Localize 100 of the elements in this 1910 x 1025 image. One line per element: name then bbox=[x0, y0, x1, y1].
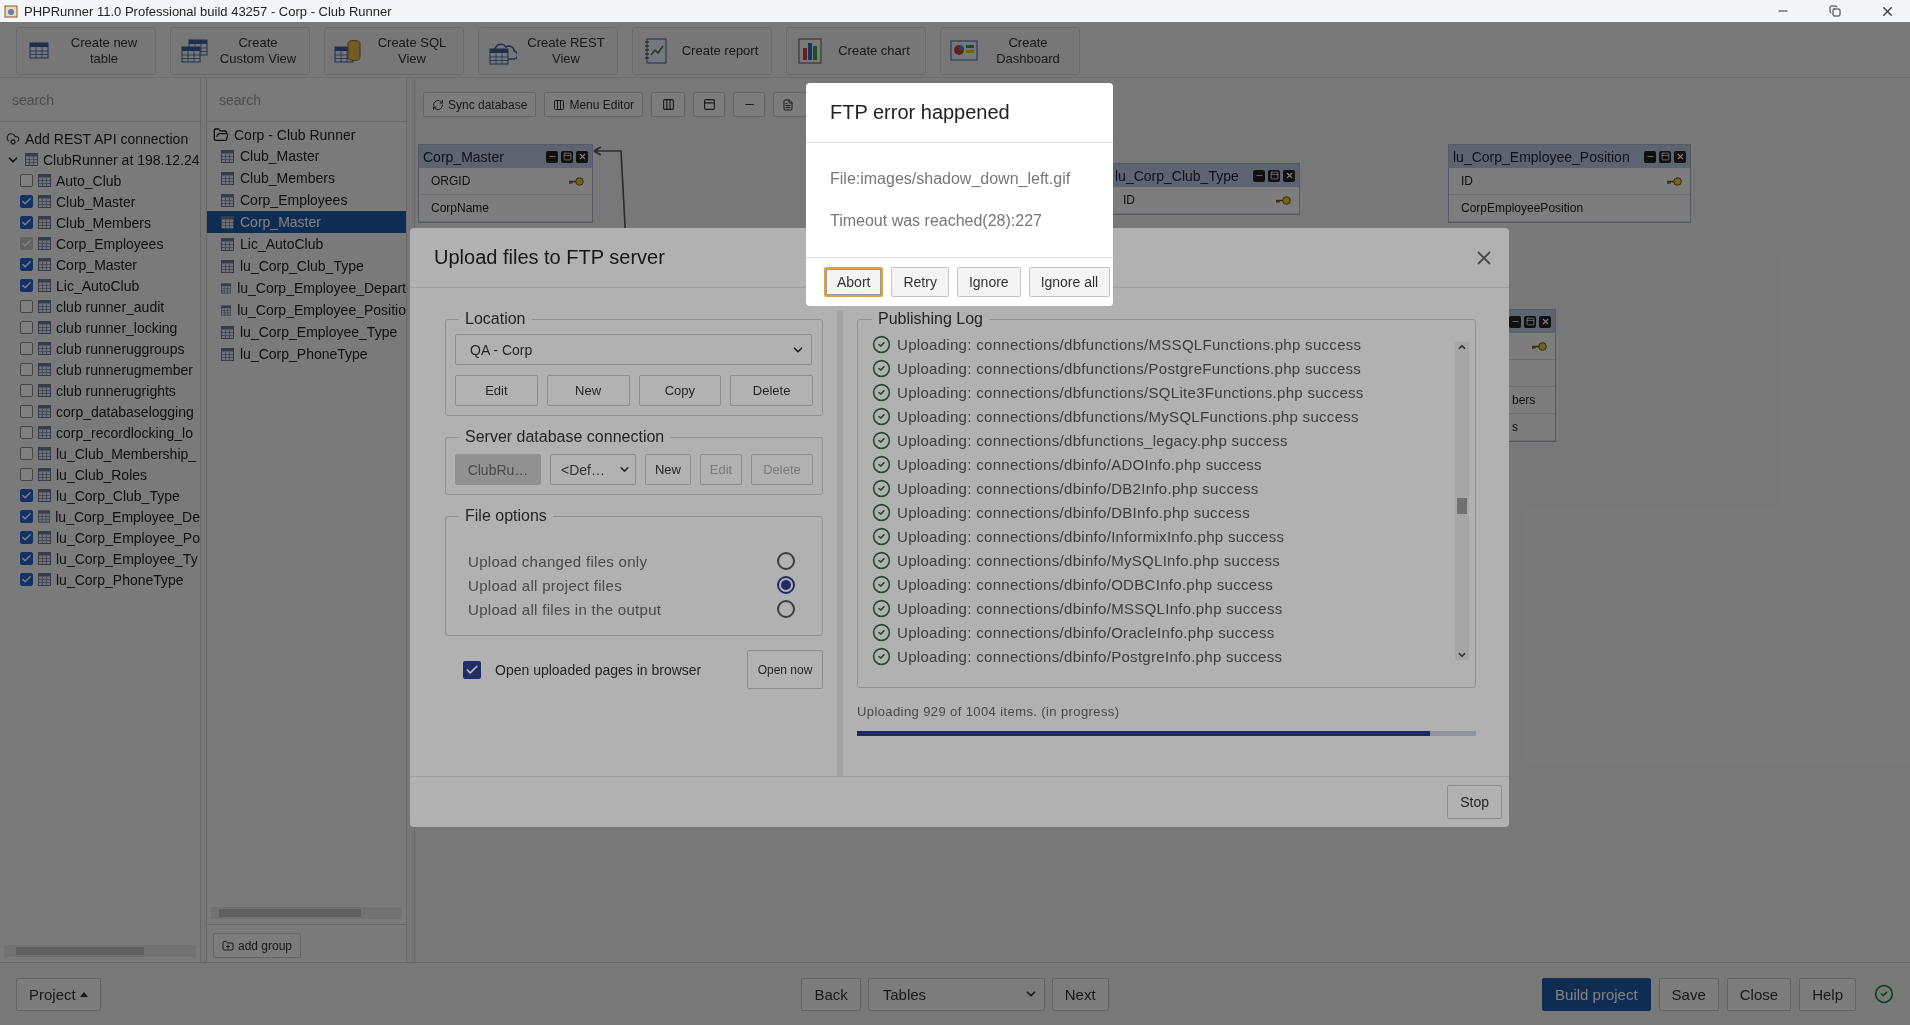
table-name[interactable]: corp_databaselogging bbox=[56, 403, 194, 420]
dialog-button[interactable]: Ignore bbox=[956, 267, 1021, 297]
action-button[interactable]: Save bbox=[1658, 977, 1719, 1011]
table-name[interactable]: corp_recordlocking_lo bbox=[56, 424, 193, 441]
table-name[interactable]: Club_Members bbox=[56, 214, 151, 231]
table-name[interactable]: Corp_Master bbox=[56, 256, 137, 273]
table-item[interactable]: lu_Corp_Employee_Positio bbox=[207, 299, 406, 321]
checkbox[interactable] bbox=[20, 552, 33, 565]
menu-editor-button[interactable]: Menu Editor bbox=[544, 92, 644, 117]
table-name[interactable]: lu_Corp_Club_Type bbox=[56, 487, 180, 504]
open-now-button[interactable]: Open now bbox=[747, 650, 823, 690]
tree-item[interactable]: Add REST API connection bbox=[6, 128, 200, 149]
maximize-icon[interactable] bbox=[1659, 150, 1671, 163]
toolbar-button[interactable]: Create report bbox=[632, 27, 772, 75]
add-group-button[interactable]: add group bbox=[213, 933, 302, 958]
dialog-button[interactable]: Ignore all bbox=[1028, 267, 1111, 297]
toolbar-button[interactable]: Create REST View bbox=[478, 27, 618, 75]
radio-button[interactable] bbox=[777, 600, 795, 619]
table-name[interactable]: club runnerugrights bbox=[56, 382, 176, 399]
tree-item[interactable]: ClubRunner at 198.12.24 bbox=[6, 149, 200, 170]
table-item[interactable]: lu_Corp_Club_Type bbox=[207, 255, 406, 277]
toolbar-button[interactable]: Create Custom View bbox=[170, 27, 310, 75]
radio-button[interactable] bbox=[777, 552, 795, 571]
checkbox[interactable] bbox=[20, 216, 33, 229]
checkbox[interactable] bbox=[20, 258, 33, 271]
table-name[interactable]: lu_Corp_PhoneType bbox=[56, 571, 184, 588]
table-name[interactable]: lu_Corp_Employee_Po bbox=[56, 529, 200, 546]
dialog-button[interactable]: Retry bbox=[891, 267, 949, 297]
table-name[interactable]: club runneruggroups bbox=[56, 340, 185, 357]
folder-item[interactable]: Corp - Club Runner bbox=[207, 124, 406, 145]
table-name[interactable]: lu_Corp_Employee_De bbox=[55, 508, 200, 525]
table-name[interactable]: lu_Club_Roles bbox=[56, 466, 148, 483]
connection-button[interactable]: ClubRu… bbox=[455, 454, 541, 486]
checkbox[interactable] bbox=[20, 300, 33, 313]
table-item[interactable]: Club_Members bbox=[207, 167, 406, 189]
maximize-icon[interactable] bbox=[1524, 315, 1536, 328]
checkbox[interactable] bbox=[463, 660, 481, 679]
table-node[interactable]: lu_Corp_Club_Type ID bbox=[1110, 163, 1300, 215]
table-node[interactable]: lu_Corp_Employee_Position ID CorpEmployeePosition bbox=[1448, 144, 1691, 223]
checkbox[interactable] bbox=[20, 489, 33, 502]
table-name[interactable]: lu_Club_Membership_ bbox=[56, 445, 197, 462]
checkbox[interactable] bbox=[20, 447, 33, 460]
dialog-button[interactable]: Abort bbox=[824, 267, 884, 297]
scrollbar[interactable] bbox=[211, 907, 402, 919]
table-name[interactable]: club runnerugmember bbox=[56, 361, 193, 378]
toolbar-button[interactable]: Create new table bbox=[16, 27, 156, 75]
maximize-icon[interactable] bbox=[561, 150, 573, 163]
location-button[interactable]: Delete bbox=[730, 375, 813, 407]
location-button[interactable]: Edit bbox=[455, 375, 538, 407]
close-icon[interactable] bbox=[1674, 150, 1686, 163]
checkbox[interactable] bbox=[20, 321, 33, 334]
close-icon[interactable] bbox=[1283, 169, 1295, 182]
table-item[interactable]: Corp_Employees bbox=[207, 189, 406, 211]
table-item[interactable]: lu_Corp_Employee_Type bbox=[207, 321, 406, 343]
page-select[interactable]: Tables bbox=[867, 977, 1045, 1011]
table-name[interactable]: Club_Master bbox=[56, 193, 136, 210]
action-button[interactable]: Help bbox=[1799, 977, 1856, 1011]
checkbox[interactable] bbox=[20, 174, 33, 187]
checkbox[interactable] bbox=[20, 531, 33, 544]
action-button[interactable]: Build project bbox=[1542, 977, 1651, 1011]
action-button[interactable]: Close bbox=[1726, 977, 1792, 1011]
location-button[interactable]: New bbox=[546, 375, 630, 407]
table-name[interactable]: lu_Corp_Employee_Ty bbox=[56, 550, 198, 567]
panel-view-button[interactable] bbox=[693, 92, 726, 117]
table-item[interactable]: Lic_AutoClub bbox=[207, 233, 406, 255]
table-item[interactable]: lu_Corp_PhoneType bbox=[207, 343, 406, 365]
close-icon[interactable] bbox=[1539, 315, 1551, 328]
project-menu-button[interactable]: Project bbox=[16, 977, 101, 1011]
checkbox[interactable] bbox=[20, 363, 33, 376]
checkbox[interactable] bbox=[20, 510, 33, 523]
checkbox[interactable] bbox=[20, 405, 33, 418]
checkbox[interactable] bbox=[20, 426, 33, 439]
toolbar-button[interactable]: Create chart bbox=[786, 27, 926, 75]
toolbar-button[interactable]: Create SQL View bbox=[324, 27, 464, 75]
table-name[interactable]: club runner_locking bbox=[56, 319, 178, 336]
radio-button[interactable] bbox=[777, 576, 795, 595]
checkbox[interactable] bbox=[20, 468, 33, 481]
table-item[interactable]: lu_Corp_Employee_Depart bbox=[207, 277, 406, 299]
sync-database-button[interactable]: Sync database bbox=[423, 92, 537, 117]
minimize-icon[interactable] bbox=[1509, 315, 1521, 328]
minimize-icon[interactable] bbox=[1253, 169, 1265, 182]
close-icon[interactable] bbox=[576, 150, 588, 163]
checkbox[interactable] bbox=[20, 195, 33, 208]
table-item[interactable]: Corp_Master bbox=[207, 211, 406, 233]
minimize-icon[interactable] bbox=[1644, 150, 1656, 163]
toolbar-button[interactable]: Create Dashboard bbox=[940, 27, 1080, 75]
table-name[interactable]: club runner_audit bbox=[56, 298, 165, 315]
table-item[interactable]: Club_Master bbox=[207, 145, 406, 167]
table-node[interactable]: Corp_Master ORGID CorpName bbox=[418, 144, 593, 223]
back-button[interactable]: Back bbox=[801, 977, 861, 1011]
checkbox[interactable] bbox=[20, 573, 33, 586]
next-button[interactable]: Next bbox=[1051, 977, 1109, 1011]
list-view-button[interactable] bbox=[651, 92, 686, 117]
table-name[interactable]: Auto_Club bbox=[56, 172, 122, 189]
scrollbar[interactable] bbox=[1455, 342, 1469, 661]
stop-button[interactable]: Stop bbox=[1447, 785, 1502, 820]
location-select[interactable]: QA - Corp bbox=[455, 334, 812, 366]
database-select[interactable]: <Def… bbox=[550, 454, 636, 486]
checkbox[interactable] bbox=[20, 342, 33, 355]
checkbox[interactable] bbox=[20, 384, 33, 397]
